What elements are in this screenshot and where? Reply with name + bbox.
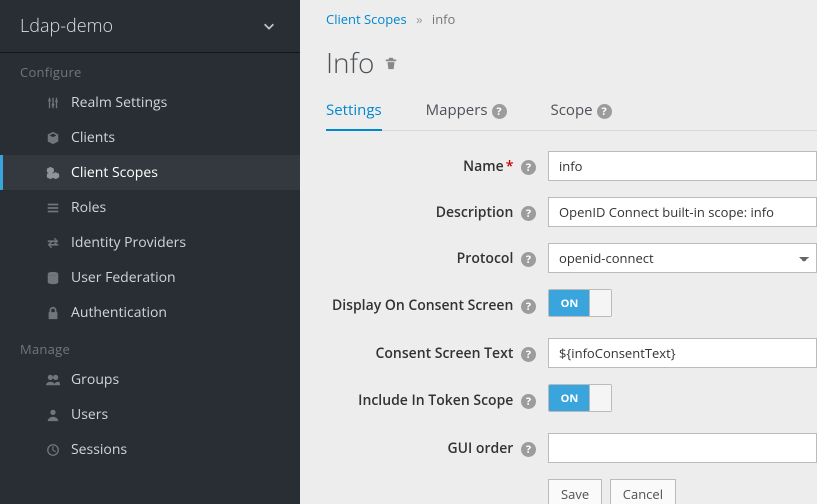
sidebar-item-label: Users [71,405,300,424]
toggle-knob [589,290,611,316]
gui-order-input[interactable] [548,433,817,463]
display-consent-toggle[interactable]: ON [548,289,612,317]
protocol-select[interactable]: openid-connect [548,243,817,273]
sidebar-item-client-scopes[interactable]: Client Scopes [0,155,300,190]
tabs: SettingsMappers?Scope? [326,92,817,131]
chevron-down-icon [262,19,276,33]
sidebar-item-roles[interactable]: Roles [0,190,300,225]
sidebar-item-label: Sessions [71,440,300,459]
sidebar-item-user-federation[interactable]: User Federation [0,260,300,295]
content-area: Client Scopes » info Info Settings Mapper… [300,0,817,504]
sidebar-section-header: Configure [0,53,300,85]
breadcrumb-separator-icon: » [416,10,422,28]
tab-label: Settings [326,100,382,120]
include-token-toggle[interactable]: ON [548,384,612,412]
database-icon [41,271,65,285]
sidebar-section-header: Manage [0,330,300,362]
lock-icon [41,306,65,320]
tab-label: Mappers [426,100,488,120]
label-name: Name* ? [326,157,548,176]
sidebar-item-label: Groups [71,370,300,389]
sidebar-item-label: Realm Settings [71,93,300,112]
help-icon[interactable]: ? [597,104,612,119]
toggle-on-text: ON [549,385,590,411]
sidebar: Ldap-demo Configure Realm Settings Clients… [0,0,300,504]
help-icon[interactable]: ? [521,206,536,221]
breadcrumb-current: info [432,10,455,28]
users-icon [41,373,65,387]
help-icon[interactable]: ? [521,252,536,267]
list-icon [41,201,65,215]
name-input[interactable] [548,151,817,181]
label-consent-text: Consent Screen Text ? [326,344,548,363]
toggle-knob [589,385,611,411]
tab-mappers[interactable]: Mappers? [426,92,507,130]
sidebar-item-users[interactable]: Users [0,397,300,432]
help-icon[interactable]: ? [521,299,536,314]
breadcrumb-parent-link[interactable]: Client Scopes [326,10,407,28]
label-gui-order: GUI order ? [326,439,548,458]
toggle-on-text: ON [549,290,590,316]
page-title: Info [326,44,817,82]
exchange-icon [41,236,65,250]
cube-icon [41,131,65,145]
sidebar-item-label: Roles [71,198,300,217]
label-protocol: Protocol ? [326,249,548,268]
cancel-button[interactable]: Cancel [610,479,676,504]
help-icon[interactable]: ? [521,442,536,457]
sidebar-item-groups[interactable]: Groups [0,362,300,397]
trash-icon[interactable] [384,56,398,70]
sidebar-item-label: Clients [71,128,300,147]
sidebar-item-label: User Federation [71,268,300,287]
label-display-consent: Display On Consent Screen ? [326,296,548,315]
breadcrumb: Client Scopes » info [326,0,817,34]
cubes-icon [41,166,65,180]
help-icon[interactable]: ? [521,394,536,409]
consent-text-input[interactable] [548,338,817,368]
sidebar-item-label: Identity Providers [71,233,300,252]
sliders-icon [41,96,65,110]
settings-form: Name* ? Description ? Protocol [326,151,817,504]
sidebar-item-sessions[interactable]: Sessions [0,432,300,467]
sidebar-item-realm-settings[interactable]: Realm Settings [0,85,300,120]
clock-icon [41,443,65,457]
sidebar-item-label: Client Scopes [71,163,300,182]
sidebar-item-authentication[interactable]: Authentication [0,295,300,330]
user-icon [41,408,65,422]
sidebar-item-clients[interactable]: Clients [0,120,300,155]
save-button[interactable]: Save [548,479,602,504]
tab-settings[interactable]: Settings [326,92,382,130]
realm-name: Ldap-demo [20,14,113,38]
tab-scope[interactable]: Scope? [551,92,612,130]
description-input[interactable] [548,197,817,227]
page-title-text: Info [326,44,374,82]
sidebar-item-identity-providers[interactable]: Identity Providers [0,225,300,260]
label-description: Description ? [326,203,548,222]
realm-selector[interactable]: Ldap-demo [0,0,300,53]
tab-label: Scope [551,100,593,120]
help-icon[interactable]: ? [521,347,536,362]
sidebar-item-label: Authentication [71,303,300,322]
help-icon[interactable]: ? [492,104,507,119]
help-icon[interactable]: ? [521,160,536,175]
label-include-token: Include In Token Scope ? [326,391,548,410]
